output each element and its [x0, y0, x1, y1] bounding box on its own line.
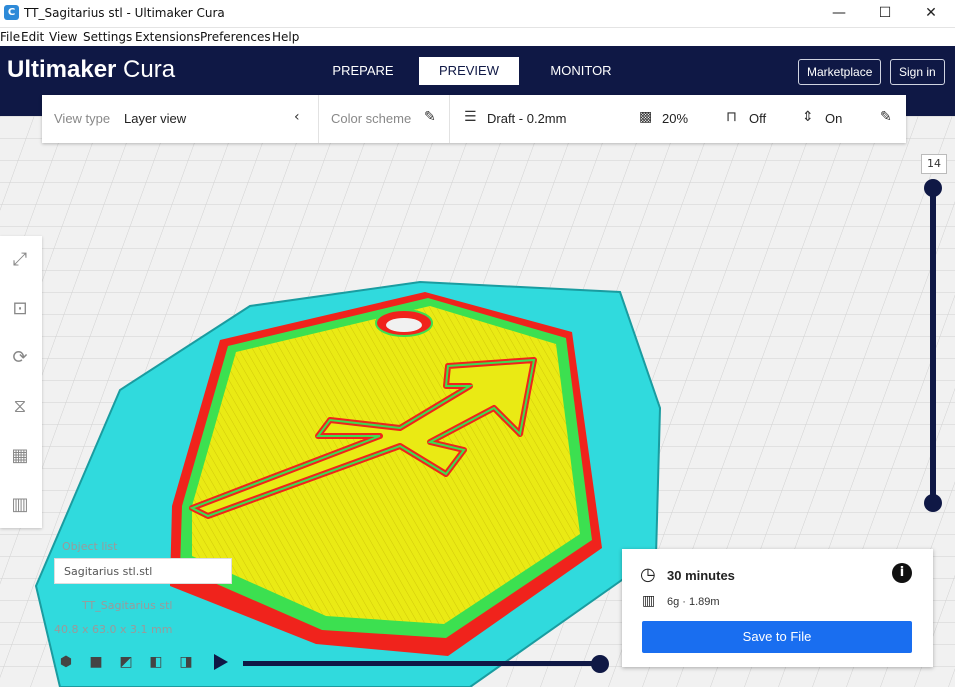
per-model-settings-icon[interactable]: ▦ [6, 442, 34, 470]
object-dimensions: 40.8 x 63.0 x 3.1 mm [54, 623, 173, 636]
menu-extensions[interactable]: Extensions [135, 30, 200, 44]
save-to-file-button[interactable]: Save to File [642, 621, 912, 653]
sign-in-button[interactable]: Sign in [890, 59, 945, 85]
divider [449, 95, 450, 143]
menu-settings[interactable]: Settings [83, 30, 132, 44]
clock-icon: ◷ [640, 564, 656, 585]
minimize-button[interactable]: — [816, 0, 862, 27]
profile-dropdown[interactable]: Draft - 0.2mm [487, 111, 566, 126]
menu-file[interactable]: File [0, 30, 20, 44]
layer-slider-track[interactable] [930, 187, 936, 503]
support-blocker-icon[interactable]: ▥ [6, 491, 34, 519]
pencil-icon[interactable]: ✎ [424, 109, 436, 125]
info-icon[interactable]: i [892, 563, 912, 583]
brand-bold: Ultimaker [7, 56, 117, 83]
cura-app-icon: C [4, 5, 19, 20]
mirror-tool-icon[interactable]: ⧖ [6, 393, 34, 421]
chevron-left-icon[interactable]: ‹ [294, 109, 300, 125]
edit-settings-icon[interactable]: ✎ [880, 109, 892, 125]
object-file-label: TT_Sagitarius stl [82, 599, 173, 612]
support-icon: ⊓ [726, 109, 737, 125]
marketplace-button[interactable]: Marketplace [798, 59, 882, 85]
close-button[interactable]: ✕ [908, 0, 954, 27]
front-view-icon[interactable]: ■ [82, 648, 110, 676]
top-view-icon[interactable]: ◩ [112, 648, 140, 676]
3d-view-icon[interactable]: ⬢ [52, 648, 80, 676]
object-name-field[interactable]: Sagitarius stl.stl [54, 558, 232, 584]
scale-tool-icon[interactable]: ⊡ [6, 295, 34, 323]
view-type-dropdown[interactable]: Layer view [124, 111, 186, 126]
object-list-label[interactable]: Object list [62, 540, 117, 553]
view-type-label: View type [54, 111, 111, 126]
print-summary-panel: ◷ 30 minutes i ▥ 6g · 1.89m Save to File [622, 549, 933, 667]
view-options-bar: View type Layer view ‹ Color scheme ✎ ☰ … [42, 95, 906, 143]
menu-edit[interactable]: Edit [21, 30, 44, 44]
support-value[interactable]: Off [749, 111, 766, 126]
tab-monitor[interactable]: MONITOR [531, 57, 631, 85]
color-scheme-button[interactable]: Color scheme [331, 111, 411, 126]
left-tool-strip: ⤢ ⊡ ⟳ ⧖ ▦ ▥ [0, 236, 42, 528]
brand-logo: Ultimaker Cura [7, 56, 175, 84]
material-spool-icon: ▥ [642, 593, 656, 609]
tab-preview[interactable]: PREVIEW [419, 57, 519, 85]
rotate-tool-icon[interactable]: ⟳ [6, 344, 34, 372]
divider [318, 95, 319, 143]
adhesion-value[interactable]: On [825, 111, 842, 126]
right-view-icon[interactable]: ◨ [172, 648, 200, 676]
menu-view[interactable]: View [49, 30, 77, 44]
menu-preferences[interactable]: Preferences [200, 30, 271, 44]
move-tool-icon[interactable]: ⤢ [6, 246, 34, 274]
material-usage: 6g · 1.89m [667, 596, 720, 608]
tab-prepare[interactable]: PREPARE [313, 57, 413, 85]
menu-help[interactable]: Help [272, 30, 299, 44]
maximize-button[interactable]: ☐ [862, 0, 908, 27]
brand-light: Cura [116, 56, 176, 83]
window-titlebar: C TT_Sagitarius stl - Ultimaker Cura — ☐… [0, 0, 955, 28]
adhesion-icon: ⇕ [802, 109, 814, 125]
layer-slider-top-handle[interactable] [924, 179, 942, 197]
infill-icon: ▩ [639, 109, 653, 125]
layer-number-badge[interactable]: 14 [921, 154, 947, 174]
infill-value[interactable]: 20% [662, 111, 688, 126]
profile-icon: ☰ [464, 109, 477, 125]
simulation-handle[interactable] [591, 655, 609, 673]
window-title: TT_Sagitarius stl - Ultimaker Cura [24, 6, 225, 20]
left-view-icon[interactable]: ◧ [142, 648, 170, 676]
menu-bar: File Edit View Settings Extensions Prefe… [0, 28, 955, 46]
simulation-scrubber[interactable] [243, 661, 599, 666]
layer-slider-bottom-handle[interactable] [924, 494, 942, 512]
play-icon[interactable] [214, 654, 228, 670]
print-time: 30 minutes [667, 568, 735, 583]
